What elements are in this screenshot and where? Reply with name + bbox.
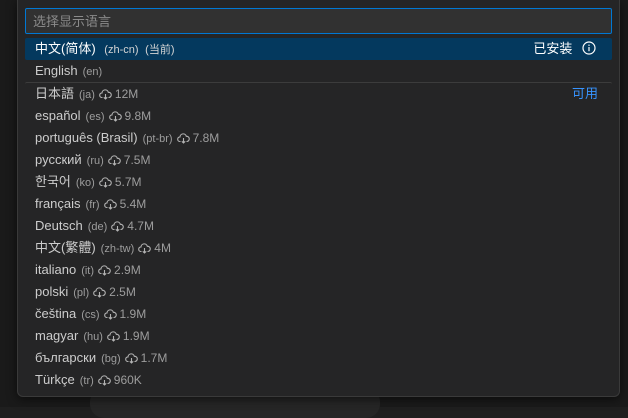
language-list: 中文(简体) (zh-cn) (当前) 已安装 English (en) 日本語 (… (25, 38, 612, 391)
list-item-available[interactable]: български (bg) 1.7M (25, 347, 612, 369)
list-item-available[interactable]: polski (pl) 2.5M (25, 281, 612, 303)
language-code: (hu) (83, 331, 103, 343)
language-name: čeština (35, 306, 77, 321)
list-item-available[interactable]: português (Brasil) (pt-br) 7.8M (25, 127, 612, 149)
cloud-download-icon (124, 349, 138, 371)
cloud-download-icon (99, 173, 112, 195)
language-code: (en) (82, 66, 103, 78)
language-name: 中文(繁體) (35, 240, 96, 255)
language-name: magyar (35, 328, 79, 343)
language-name: français (35, 196, 81, 211)
cloud-download-icon (93, 283, 106, 305)
installed-label: 已安装 (533, 41, 573, 56)
language-code: (cs) (81, 309, 100, 321)
download-size: 12M (114, 87, 139, 101)
cloud-download-icon (107, 151, 121, 173)
language-name: español (35, 108, 81, 123)
available-section-label: 可用 (571, 86, 598, 101)
language-name: italiano (35, 262, 77, 277)
language-code: (de) (87, 221, 108, 233)
language-name: Deutsch (35, 218, 83, 233)
language-code: (ja) (79, 89, 95, 101)
cloud-download-icon (108, 107, 122, 129)
download-size: 4.7M (127, 219, 154, 233)
cloud-download-icon (97, 371, 111, 393)
download-size: 1.7M (140, 351, 168, 365)
cloud-download-icon (99, 85, 112, 107)
list-item-available[interactable]: français (fr) 5.4M (25, 193, 612, 215)
language-code: (fr) (85, 199, 100, 211)
language-code: (pl) (73, 287, 90, 299)
language-code: (tr) (79, 375, 94, 387)
download-size: 1.9M (119, 307, 147, 321)
cloud-download-icon (176, 129, 190, 151)
list-item-available[interactable]: русский (ru) 7.5M (25, 149, 612, 171)
download-size: 5.7M (114, 175, 142, 189)
language-code: (bg) (101, 353, 121, 365)
language-code: (ru) (86, 155, 104, 167)
language-name: български (35, 350, 97, 365)
list-item-available[interactable]: 中文(繁體) (zh-tw) 4M (25, 237, 612, 259)
language-code: (pt-br) (142, 133, 173, 145)
download-size: 9.8M (124, 109, 152, 123)
download-size: 2.5M (109, 285, 136, 299)
list-item-available[interactable]: 한국어 (ko) 5.7M (25, 171, 612, 193)
download-size: 7.8M (192, 131, 220, 145)
language-name: 日本語 (35, 86, 75, 101)
download-size: 7.5M (123, 153, 151, 167)
info-icon[interactable] (582, 40, 596, 62)
download-size: 5.4M (119, 197, 147, 211)
list-item-available[interactable]: Türkçe (tr) 960K (25, 369, 612, 391)
cloud-download-icon (98, 261, 111, 283)
list-item-available[interactable]: español (es) 9.8M (25, 105, 612, 127)
language-code: (zh-tw) (100, 243, 135, 255)
language-code: (zh-cn) (104, 44, 139, 56)
list-item-available[interactable]: 日本語 (ja) 12M 可用 (25, 82, 612, 105)
language-quick-pick: 中文(简体) (zh-cn) (当前) 已安装 English (en) 日本語 (… (17, 0, 620, 397)
language-name: polski (35, 284, 69, 299)
language-name: 中文(简体) (35, 41, 96, 56)
language-code: (it) (81, 265, 95, 277)
language-code: (ko) (75, 177, 95, 189)
current-tag: (当前) (145, 44, 175, 56)
installed-status: 已安装 (533, 38, 596, 62)
cloud-download-icon (103, 305, 117, 327)
list-item-available[interactable]: magyar (hu) 1.9M (25, 325, 612, 347)
language-name: português (Brasil) (35, 130, 138, 145)
language-name: русский (35, 152, 82, 167)
list-item-zh-cn[interactable]: 中文(简体) (zh-cn) (当前) 已安装 (25, 38, 612, 60)
language-name: English (35, 63, 78, 78)
cloud-download-icon (107, 327, 120, 349)
list-item-available[interactable]: čeština (cs) 1.9M (25, 303, 612, 325)
list-item-available[interactable]: italiano (it) 2.9M (25, 259, 612, 281)
cloud-download-icon (111, 217, 125, 239)
list-item-installed[interactable]: English (en) (25, 60, 612, 82)
language-search-input[interactable] (25, 8, 612, 34)
download-size: 4M (154, 241, 171, 255)
language-name: Türkçe (35, 372, 75, 387)
cloud-download-icon (103, 195, 117, 217)
download-size: 2.9M (114, 263, 141, 277)
language-code: (es) (85, 111, 105, 123)
language-name: 한국어 (35, 174, 71, 189)
list-item-available[interactable]: Deutsch (de) 4.7M (25, 215, 612, 237)
download-size: 960K (113, 373, 142, 387)
cloud-download-icon (138, 239, 152, 261)
download-size: 1.9M (122, 329, 150, 343)
